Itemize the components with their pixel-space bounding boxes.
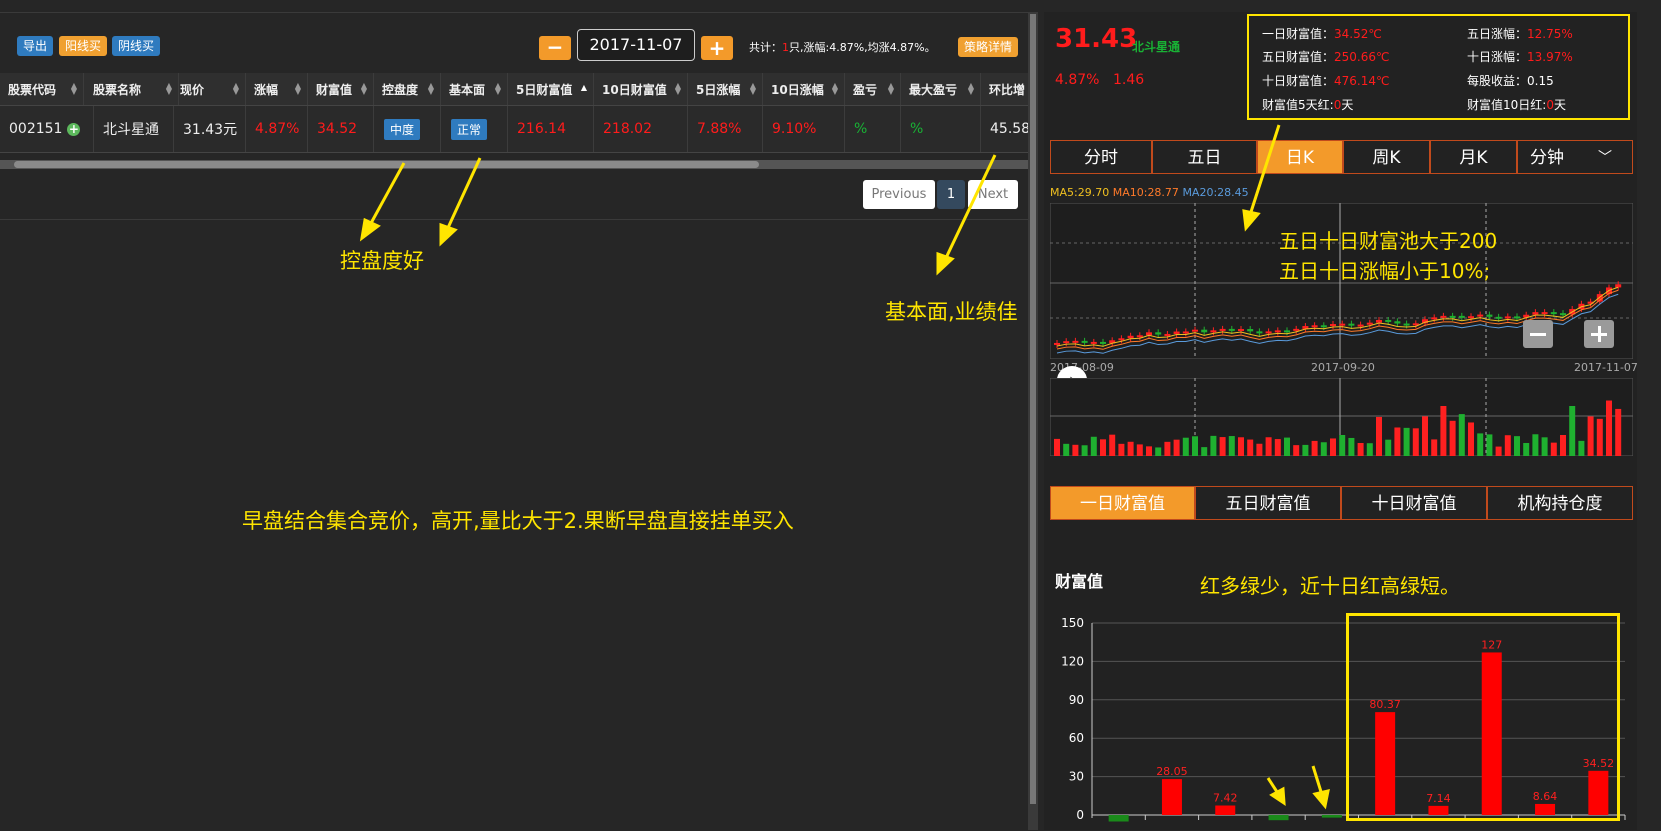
arrow-control-right	[445, 157, 482, 231]
arrowhead-fundamental	[936, 251, 955, 276]
arrowhead-pool	[1242, 209, 1261, 232]
arrowhead-green-bar-1	[1269, 786, 1286, 806]
arrow-pool	[1248, 124, 1281, 216]
arrow-fundamental	[943, 154, 997, 261]
arrow-green-bar-2	[1311, 765, 1324, 796]
arrowhead-control-right	[439, 222, 458, 247]
arrowhead-green-bar-2	[1312, 789, 1330, 810]
arrowhead-control-left	[359, 217, 381, 242]
arrow-control-left	[368, 162, 406, 226]
annotation-arrows	[359, 124, 1330, 810]
